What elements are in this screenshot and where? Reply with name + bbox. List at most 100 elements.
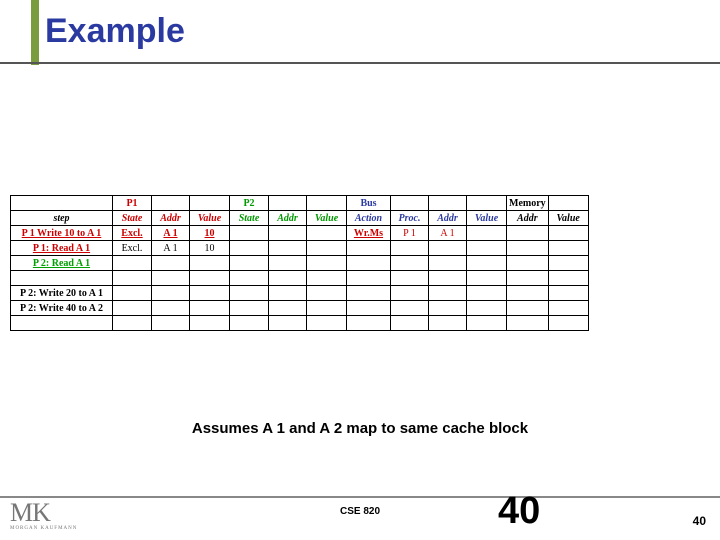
- cell: [467, 271, 507, 286]
- col-bus-proc: Proc.: [391, 211, 429, 226]
- page-number: 40: [693, 514, 706, 528]
- footer-course: CSE 820: [0, 506, 720, 517]
- table-row: P 2: Write 20 to A 1: [11, 286, 589, 301]
- cell: [467, 316, 507, 331]
- table-group-header: P1 P2 Bus Memory: [11, 196, 589, 211]
- col-bus-action: Action: [347, 211, 391, 226]
- slide-title: Example: [45, 12, 185, 51]
- cell: [152, 286, 190, 301]
- accent-bar: [31, 0, 39, 65]
- cell: [230, 241, 269, 256]
- col-p1-value: Value: [190, 211, 230, 226]
- cell: [429, 256, 467, 271]
- cell: [230, 316, 269, 331]
- cell: [507, 286, 549, 301]
- cell: [307, 226, 347, 241]
- group-bus: Bus: [347, 196, 391, 211]
- cell: 10: [190, 226, 230, 241]
- cell: [467, 286, 507, 301]
- cell: P 2: Read A 1: [11, 256, 113, 271]
- cell: [269, 256, 307, 271]
- col-p2-addr: Addr: [269, 211, 307, 226]
- cell: [347, 256, 391, 271]
- cell: [507, 316, 549, 331]
- cell: [113, 301, 152, 316]
- cell: [152, 271, 190, 286]
- cell: [467, 301, 507, 316]
- cell: [467, 226, 507, 241]
- cell: [467, 256, 507, 271]
- cell: [429, 271, 467, 286]
- cell: [347, 271, 391, 286]
- cell: A 1: [152, 241, 190, 256]
- table-row: P 1 Write 10 to A 1Excl.A 110Wr.MsP 1A 1: [11, 226, 589, 241]
- cell: [548, 316, 588, 331]
- cell: [507, 226, 549, 241]
- cell: P 1 Write 10 to A 1: [11, 226, 113, 241]
- cell: [269, 316, 307, 331]
- cell: [113, 286, 152, 301]
- col-mem-value: Value: [548, 211, 588, 226]
- cell: P 1: [391, 226, 429, 241]
- cell: [113, 271, 152, 286]
- cell: [152, 301, 190, 316]
- col-p1-state: State: [113, 211, 152, 226]
- cell: Excl.: [113, 241, 152, 256]
- table-row: [11, 271, 589, 286]
- col-bus-addr: Addr: [429, 211, 467, 226]
- cell: [152, 316, 190, 331]
- caption-text: Assumes A 1 and A 2 map to same cache bl…: [0, 420, 720, 437]
- cell: [429, 286, 467, 301]
- cell: [152, 256, 190, 271]
- logo-subtitle: MORGAN KAUFMANN: [10, 526, 77, 531]
- cell: [307, 271, 347, 286]
- cell: [269, 301, 307, 316]
- cell: P 1: Read A 1: [11, 241, 113, 256]
- cell: [269, 271, 307, 286]
- group-p1: P1: [113, 196, 152, 211]
- cell: [269, 241, 307, 256]
- cell: [190, 301, 230, 316]
- cell: [190, 256, 230, 271]
- cache-table: P1 P2 Bus Memory step State Addr Value S…: [10, 195, 589, 331]
- divider-top: [0, 62, 720, 64]
- cell: [347, 286, 391, 301]
- cell: [391, 301, 429, 316]
- table-row: P 2: Write 40 to A 2: [11, 301, 589, 316]
- cell: [548, 226, 588, 241]
- cell: [190, 286, 230, 301]
- cell: [230, 301, 269, 316]
- cell: [269, 226, 307, 241]
- cell: [429, 301, 467, 316]
- cell: [347, 316, 391, 331]
- divider-bottom: [0, 496, 720, 498]
- cell: [307, 301, 347, 316]
- cell: [548, 241, 588, 256]
- cell: Wr.Ms: [347, 226, 391, 241]
- cell: [230, 286, 269, 301]
- col-p2-value: Value: [307, 211, 347, 226]
- cell: [467, 241, 507, 256]
- cell: [548, 256, 588, 271]
- cell: [190, 271, 230, 286]
- cell: [269, 286, 307, 301]
- cell: [230, 271, 269, 286]
- cell: [391, 271, 429, 286]
- col-p1-addr: Addr: [152, 211, 190, 226]
- cell: [548, 271, 588, 286]
- cell: [507, 301, 549, 316]
- table-col-header: step State Addr Value State Addr Value A…: [11, 211, 589, 226]
- group-memory: Memory: [507, 196, 549, 211]
- cell: [391, 316, 429, 331]
- col-p2-state: State: [230, 211, 269, 226]
- cell: A 1: [429, 226, 467, 241]
- cell: [307, 316, 347, 331]
- cell: [507, 271, 549, 286]
- cell: [391, 241, 429, 256]
- table-row: P 1: Read A 1Excl.A 110: [11, 241, 589, 256]
- col-step: step: [11, 211, 113, 226]
- cell: Excl.: [113, 226, 152, 241]
- cell: 10: [190, 241, 230, 256]
- group-p2: P2: [230, 196, 269, 211]
- cell: [429, 241, 467, 256]
